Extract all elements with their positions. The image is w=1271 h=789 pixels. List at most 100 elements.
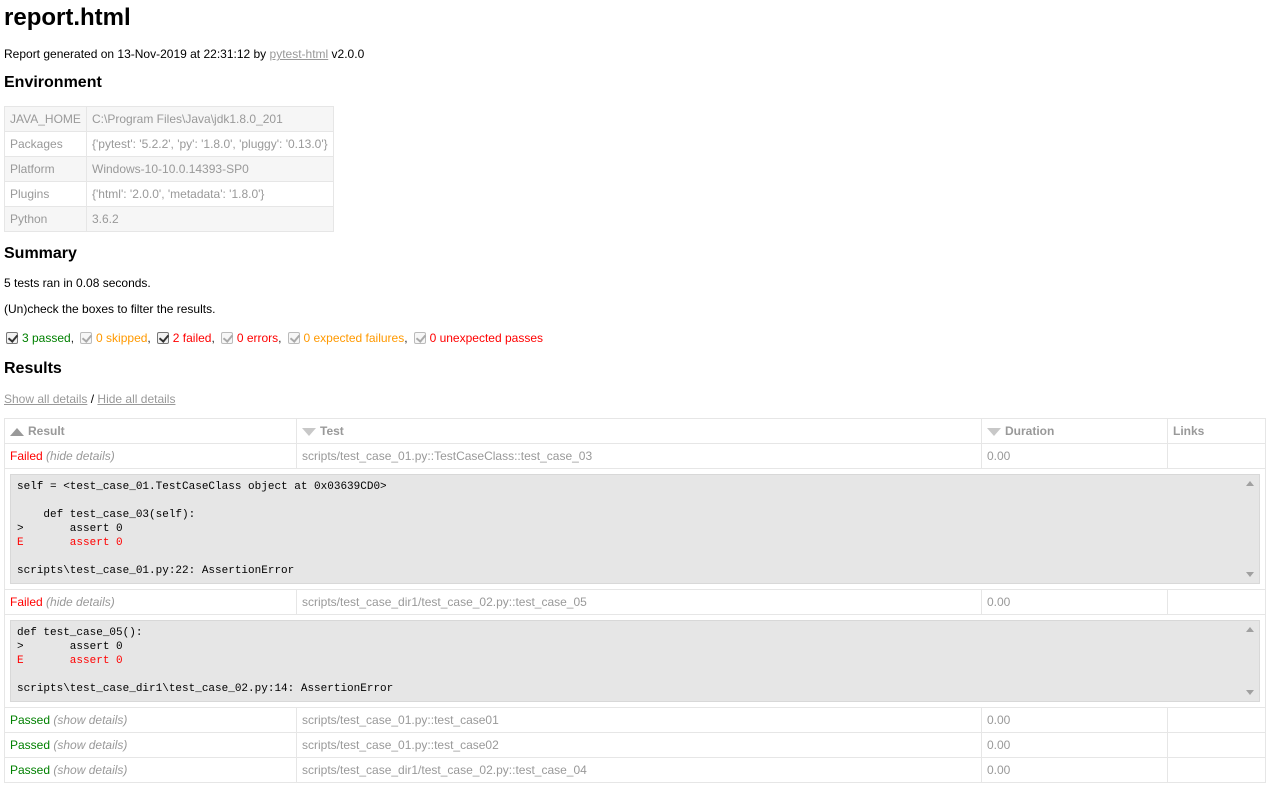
log-line: > assert 0 (17, 523, 123, 535)
filter-label: 2 failed (172, 331, 212, 345)
filter-checkbox[interactable] (6, 332, 18, 344)
test-name-cell: scripts/test_case_01.py::test_case02 (296, 732, 982, 758)
environment-row: Platform Windows-10-10.0.14393-SP0 (4, 156, 334, 182)
details-toggle[interactable]: (hide details) (46, 595, 115, 609)
result-row: Passed (show details) scripts/test_case_d… (4, 757, 1266, 783)
links-cell (1167, 443, 1266, 469)
filter-item: 0 expected failures, (287, 331, 408, 345)
log-line: > assert 0 (17, 641, 123, 653)
scroll-up-arrow-icon[interactable] (1246, 627, 1254, 632)
log-error-line: E assert 0 (17, 655, 123, 667)
result-row: Failed (hide details) scripts/test_case_0… (4, 443, 1266, 469)
test-name-cell: scripts/test_case_dir1/test_case_02.py::… (296, 589, 982, 615)
filter-checkbox (287, 332, 300, 344)
environment-row: Plugins {'html': '2.0.0', 'metadata': '1.… (4, 181, 334, 207)
result-cell: Failed (hide details) (4, 443, 297, 469)
links-cell (1167, 589, 1266, 615)
filter-separator: , (70, 331, 75, 345)
scroll-up-arrow-icon[interactable] (1246, 481, 1254, 486)
result-filters: 3 passed, 0 skipped, 2 failed, 0 errors, 0 e… (6, 331, 549, 345)
links-cell (1167, 732, 1266, 758)
result-status: Passed (10, 713, 51, 727)
log-cell: def test_case_05(): > assert 0E assert 0 … (4, 614, 1266, 708)
details-toggle-links: Show all details / Hide all details (4, 391, 175, 407)
result-cell: Passed (show details) (4, 732, 297, 758)
log-line: scripts\test_case_01.py:22: AssertionErr… (17, 565, 295, 577)
column-duration[interactable]: Duration (981, 418, 1168, 444)
column-duration-label: Duration (1005, 424, 1055, 438)
scroll-down-arrow-icon[interactable] (1246, 572, 1254, 577)
column-result[interactable]: Result (4, 418, 297, 444)
test-name-cell: scripts/test_case_01.py::TestCaseClass::… (296, 443, 982, 469)
result-row: Passed (show details) scripts/test_case_0… (4, 707, 1266, 733)
filter-checkbox (220, 332, 233, 344)
filter-separator: , (147, 331, 151, 345)
filter-item: 0 skipped, (80, 331, 151, 345)
log-row: self = <test_case_01.TestCaseClass objec… (4, 468, 1266, 590)
result-cell: Passed (show details) (4, 757, 297, 783)
summary-heading: Summary (4, 245, 77, 262)
filter-item: 0 unexpected passes (413, 331, 543, 345)
show-all-details-link[interactable]: Show all details (4, 392, 87, 406)
environment-row: JAVA_HOME C:\Program Files\Java\jdk1.8.0_… (4, 106, 334, 132)
environment-row: Packages {'pytest': '5.2.2', 'py': '1.8.0… (4, 131, 334, 157)
sort-descending-icon (987, 427, 1001, 436)
links-cell (1167, 707, 1266, 733)
generated-prefix: Report generated on 13-Nov-2019 at 22:31… (4, 47, 270, 61)
filter-label: 0 unexpected passes (429, 331, 543, 345)
log-error-line: E assert 0 (17, 537, 123, 549)
generated-suffix: v2.0.0 (328, 47, 365, 61)
scroll-down-arrow-icon[interactable] (1246, 690, 1254, 695)
details-toggle[interactable]: (show details) (53, 738, 127, 752)
result-status: Failed (10, 449, 43, 463)
sort-ascending-icon (10, 427, 24, 436)
environment-value: {'pytest': '5.2.2', 'py': '1.8.0', 'plug… (86, 131, 334, 157)
duration-cell: 0.00 (981, 732, 1168, 758)
test-name-cell: scripts/test_case_01.py::test_case01 (296, 707, 982, 733)
filter-checkbox (80, 332, 93, 344)
sort-descending-icon (302, 427, 316, 436)
environment-value: {'html': '2.0.0', 'metadata': '1.8.0'} (86, 181, 334, 207)
test-name-cell: scripts/test_case_dir1/test_case_02.py::… (296, 757, 982, 783)
filter-label: 0 expected failures (303, 331, 405, 345)
environment-value: C:\Program Files\Java\jdk1.8.0_201 (86, 106, 334, 132)
log-line: def test_case_05(): (17, 627, 143, 639)
details-toggle[interactable]: (hide details) (46, 449, 115, 463)
result-status: Failed (10, 595, 43, 609)
generated-line: Report generated on 13-Nov-2019 at 22:31… (4, 46, 364, 62)
log-line: self = <test_case_01.TestCaseClass objec… (17, 481, 387, 493)
summary-ran-text: 5 tests ran in 0.08 seconds. (4, 276, 151, 290)
filter-item: 3 passed, (6, 331, 74, 345)
log-output[interactable]: def test_case_05(): > assert 0E assert 0 … (10, 620, 1260, 702)
log-row: def test_case_05(): > assert 0E assert 0 … (4, 614, 1266, 708)
result-cell: Failed (hide details) (4, 589, 297, 615)
environment-value: 3.6.2 (86, 206, 334, 232)
details-toggle[interactable]: (show details) (53, 763, 127, 777)
pytest-html-link[interactable]: pytest-html (270, 47, 329, 61)
column-test[interactable]: Test (296, 418, 982, 444)
details-toggle[interactable]: (show details) (53, 713, 127, 727)
result-row: Passed (show details) scripts/test_case_0… (4, 732, 1266, 758)
filter-label: 3 passed (22, 331, 71, 345)
log-line: scripts\test_case_dir1\test_case_02.py:1… (17, 683, 394, 695)
result-cell: Passed (show details) (4, 707, 297, 733)
log-output[interactable]: self = <test_case_01.TestCaseClass objec… (10, 474, 1260, 584)
result-status: Passed (10, 763, 51, 777)
filter-checkbox[interactable] (156, 332, 169, 344)
duration-cell: 0.00 (981, 589, 1168, 615)
filter-item: 2 failed, (156, 331, 215, 345)
environment-key: JAVA_HOME (4, 106, 87, 132)
results-heading: Results (4, 360, 62, 377)
duration-cell: 0.00 (981, 443, 1168, 469)
column-test-label: Test (320, 424, 344, 438)
duration-cell: 0.00 (981, 707, 1168, 733)
hide-all-details-link[interactable]: Hide all details (97, 392, 175, 406)
environment-key: Packages (4, 131, 87, 157)
environment-key: Plugins (4, 181, 87, 207)
environment-heading: Environment (4, 74, 102, 91)
links-cell (1167, 757, 1266, 783)
environment-value: Windows-10-10.0.14393-SP0 (86, 156, 334, 182)
